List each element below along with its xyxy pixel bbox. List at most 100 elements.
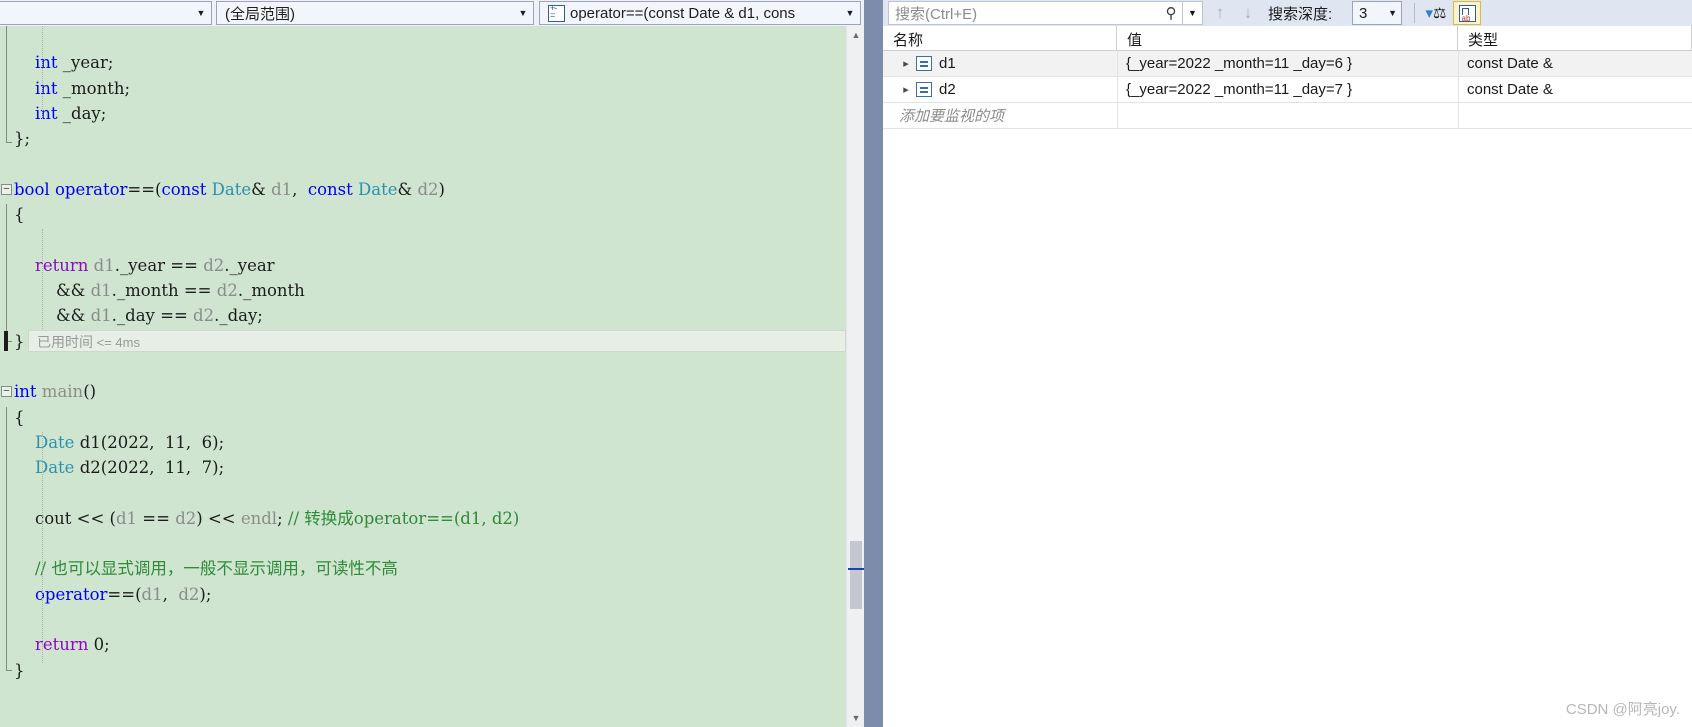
column-header-type[interactable]: 类型 (1458, 26, 1692, 50)
chevron-down-icon: ▼ (518, 8, 528, 18)
code-token: == (137, 508, 176, 528)
code-token: _day; (57, 103, 107, 123)
code-line[interactable]: int _year; (14, 50, 113, 75)
code-surface[interactable]: int _year; int _month; int _day;}; bool o… (0, 26, 846, 727)
code-token: { (14, 205, 25, 225)
code-token: ._month == (111, 281, 217, 300)
code-fold-toggle[interactable]: − (1, 386, 12, 398)
code-line[interactable]: bool operator==(const Date& d1, const Da… (14, 177, 445, 202)
code-line[interactable]: int _month; (14, 76, 130, 101)
chevron-down-icon: ▼ (1188, 8, 1197, 18)
code-token: _year; (57, 53, 114, 73)
hexadecimal-display-button[interactable] (1453, 1, 1481, 25)
code-line[interactable]: }; (14, 126, 30, 151)
add-watch-row[interactable]: 添加要监视的项 (883, 103, 1692, 128)
chevron-right-icon[interactable]: ▸ (899, 57, 913, 70)
search-icon[interactable]: ⚲ (1160, 4, 1182, 22)
code-line[interactable]: operator==(d1, d2); (14, 582, 211, 607)
code-line[interactable]: int main() (14, 379, 96, 404)
object-icon (916, 56, 932, 71)
search-options-dropdown[interactable]: ▼ (1183, 1, 1203, 25)
watch-variable-name: d2 (939, 81, 956, 98)
search-input[interactable]: 搜索(Ctrl+E) ⚲ (888, 1, 1183, 25)
code-token: ); (199, 584, 212, 604)
function-icon (548, 3, 565, 22)
code-line[interactable]: { (14, 405, 25, 430)
watch-value-cell[interactable]: {_year=2022 _month=11 _day=6 } (1117, 51, 1458, 76)
code-line[interactable]: { (14, 202, 25, 227)
watch-name-cell[interactable]: ▸ d1 (883, 55, 1117, 72)
code-token: return (34, 255, 89, 275)
scrollbar-thumb[interactable] (850, 541, 862, 609)
code-line[interactable]: int _day; (14, 101, 106, 126)
code-token: , (162, 584, 179, 604)
watch-value-cell[interactable]: {_year=2022 _month=11 _day=7 } (1117, 77, 1458, 102)
code-token: Date (211, 179, 252, 199)
code-token: ) << (196, 508, 241, 528)
caret-position-marker (848, 568, 864, 570)
code-token: & (251, 179, 272, 199)
code-line[interactable]: } (14, 329, 25, 354)
search-depth-dropdown[interactable]: 3 ▼ (1352, 1, 1402, 25)
elapsed-time-value: <= 4ms (93, 334, 140, 350)
code-token: operator (34, 584, 108, 604)
elapsed-time-adornment: 已用时间 <= 4ms (28, 329, 846, 352)
table-row[interactable]: ▸ d1 {_year=2022 _month=11 _day=6 } cons… (883, 51, 1692, 76)
code-token: ; (277, 508, 288, 528)
code-token: main (41, 382, 84, 402)
add-watch-value-cell[interactable] (1117, 103, 1458, 128)
code-token: } (14, 331, 25, 351)
code-token: d1 (93, 255, 115, 275)
chevron-right-icon[interactable]: ▸ (899, 83, 913, 96)
previous-match-button[interactable]: ↑ (1209, 2, 1231, 24)
pin-button[interactable]: ▾⚖ (1424, 2, 1448, 24)
table-row[interactable]: ▸ d2 {_year=2022 _month=11 _day=7 } cons… (883, 77, 1692, 102)
namespace-scope-dropdown[interactable]: (全局范围) ▼ (216, 1, 534, 25)
column-header-name[interactable]: 名称 (883, 26, 1117, 50)
arrow-up-icon: ↑ (1215, 3, 1225, 22)
code-token: int (34, 103, 58, 123)
watch-name-cell[interactable]: ▸ d2 (883, 81, 1117, 98)
pane-splitter[interactable] (864, 26, 883, 727)
code-token: operator (54, 179, 128, 199)
code-line[interactable]: Date d2(2022, 11, 7); (14, 455, 224, 480)
code-token: int (14, 382, 37, 402)
code-token: d1 (271, 179, 293, 199)
code-line[interactable]: return d1._year == d2._year (14, 253, 275, 278)
chevron-down-icon: ▼ (1388, 8, 1397, 18)
function-scope-dropdown[interactable]: operator==(const Date & d1, cons ▼ (539, 1, 861, 25)
code-line[interactable]: } (14, 658, 25, 683)
chevron-down-icon: ▼ (845, 8, 855, 18)
code-line[interactable]: && d1._month == d2._month (14, 278, 305, 303)
code-token: }; (14, 129, 31, 149)
watch-type-cell: const Date & (1458, 51, 1692, 76)
scroll-down-button[interactable]: ▼ (847, 709, 865, 727)
toolbar-separator (1414, 3, 1415, 23)
project-scope-dropdown[interactable]: ▼ (0, 1, 212, 25)
code-line[interactable]: && d1._day == d2._day; (14, 303, 263, 328)
add-watch-placeholder[interactable]: 添加要监视的项 (883, 105, 1117, 126)
scroll-up-button[interactable]: ▲ (847, 26, 865, 44)
add-watch-type-cell[interactable] (1458, 103, 1692, 128)
code-token: } (14, 660, 25, 680)
block-structure-line (6, 406, 7, 670)
code-line[interactable]: // 也可以显式调用，一般不显示调用，可读性不高 (14, 556, 398, 581)
code-line[interactable]: Date d1(2022, 11, 6); (14, 430, 224, 455)
watch-header-row: 名称 值 类型 (883, 26, 1692, 51)
code-token: int (34, 78, 58, 98)
function-scope-value: operator==(const Date & d1, cons (570, 4, 796, 22)
pin-icon: ▾⚖ (1425, 5, 1447, 22)
code-line[interactable]: cout << (d1 == d2) << endl; // 转换成operat… (14, 506, 519, 531)
code-editor[interactable]: int _year; int _month; int _day;}; bool o… (0, 26, 846, 727)
code-token: () (83, 382, 97, 402)
next-match-button[interactable]: ↓ (1237, 2, 1259, 24)
column-header-value[interactable]: 值 (1117, 26, 1458, 50)
code-line[interactable]: return 0; (14, 632, 110, 657)
namespace-scope-value: (全局范围) (225, 5, 295, 23)
code-fold-toggle[interactable]: − (1, 183, 12, 195)
watch-window[interactable]: 名称 值 类型 ▸ d1 {_year=2022 _month=11 _day=… (883, 26, 1692, 727)
code-token: , (292, 179, 308, 199)
editor-vertical-scrollbar[interactable]: ▲ ▼ (846, 26, 864, 727)
